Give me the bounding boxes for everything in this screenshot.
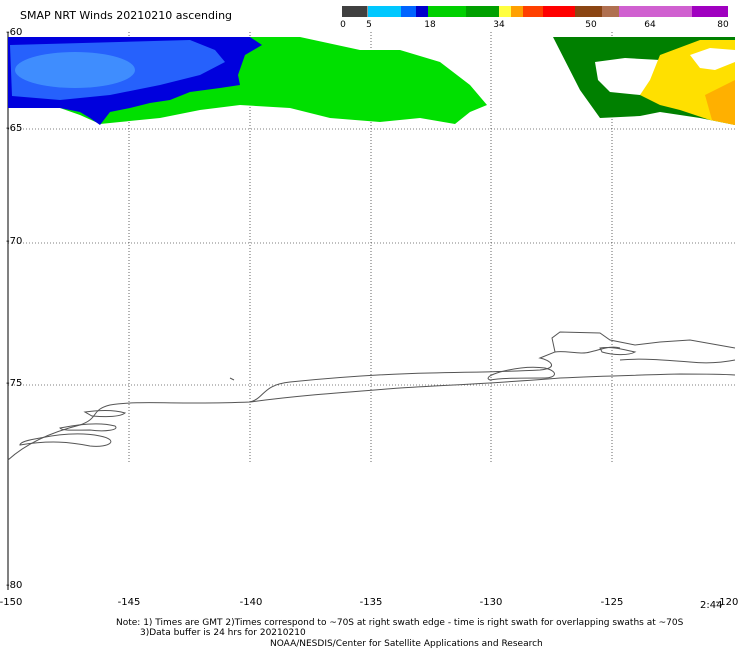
lat-label-75: -75 [6,378,23,389]
lat-label-70: -70 [6,236,23,247]
note-line-3: NOAA/NESDIS/Center for Satellite Applica… [270,639,543,649]
note-line-1: Note: 1) Times are GMT 2)Times correspon… [116,618,684,628]
lat-label-65: -65 [6,123,23,134]
wind-swath-core [15,52,135,88]
lon-label-145: -145 [117,597,141,608]
swath-time-label: 2:44 [700,600,723,611]
lat-label-80: -80 [6,580,23,591]
lon-label-150: -150 [0,597,23,608]
wind-map [7,32,736,590]
note-line-2: 3)Data buffer is 24 hrs for 20210210 [140,628,306,638]
lon-label-130: -130 [479,597,503,608]
lat-label-60: -60 [6,27,23,38]
lon-label-125: -125 [600,597,624,608]
lon-label-140: -140 [239,597,263,608]
antarctic-coastline [7,331,736,461]
lon-label-135: -135 [359,597,383,608]
